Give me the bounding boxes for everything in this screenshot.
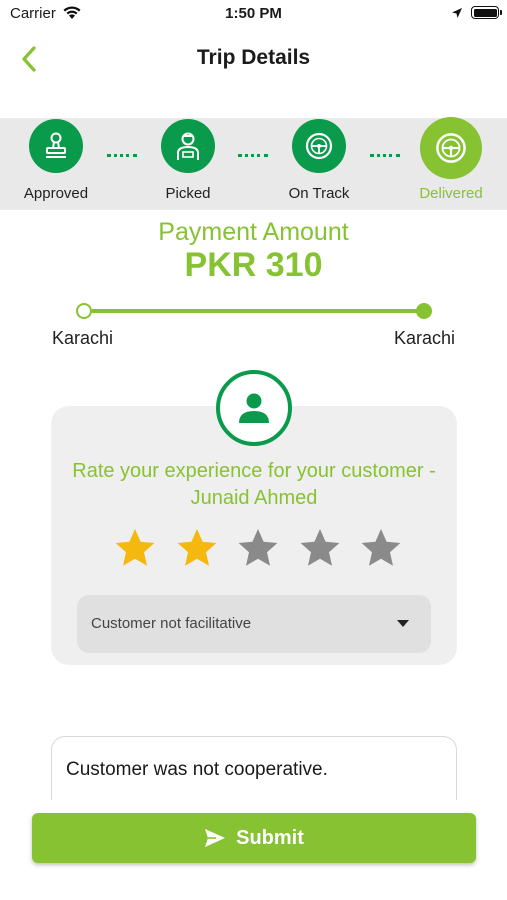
route-line (92, 309, 418, 313)
step-connector (370, 154, 400, 158)
star-icon[interactable] (298, 526, 342, 570)
submit-label: Submit (236, 826, 304, 849)
step-picked: Picked (143, 119, 233, 202)
step-delivered: Delivered (406, 117, 496, 202)
caret-down-icon (397, 620, 409, 627)
payment-amount: PKR 310 (184, 246, 323, 284)
step-label: Approved (23, 185, 89, 202)
stamp-icon (46, 132, 66, 158)
clock: 1:50 PM (225, 5, 282, 22)
star-icon[interactable] (175, 526, 219, 570)
page-title: Trip Details (196, 46, 311, 69)
location-arrow-icon (451, 6, 463, 24)
reason-dropdown-value: Customer not facilitative (91, 615, 252, 632)
star-icon[interactable] (113, 526, 157, 570)
steering-wheel-icon (305, 132, 333, 160)
step-label: Picked (165, 185, 211, 202)
status-bar: Carrier 1:50 PM (0, 0, 507, 28)
driver-icon (177, 132, 199, 160)
step-connector (107, 154, 137, 158)
step-approved: Approved (11, 119, 101, 202)
payment-label: Payment Amount (158, 218, 349, 246)
submit-button[interactable]: Submit (32, 813, 476, 863)
step-label: On Track (288, 185, 350, 202)
star-rating[interactable] (113, 526, 403, 570)
rating-prompt: Rate your experience for your customer -… (72, 460, 436, 509)
step-label: Delivered (419, 185, 483, 202)
customer-avatar (216, 370, 292, 446)
trip-status-stepper: Approved Picked On Track Delivered (0, 117, 507, 210)
send-icon (205, 829, 226, 847)
route-start-marker (76, 303, 92, 319)
nav-bar: Trip Details (0, 36, 507, 82)
step-on-track: On Track (274, 119, 364, 202)
battery-icon (471, 6, 502, 19)
reason-dropdown[interactable]: Customer not facilitative (77, 595, 431, 653)
route-origin: Karachi (52, 328, 114, 348)
star-icon[interactable] (359, 526, 403, 570)
steering-wheel-icon (436, 133, 466, 163)
star-icon[interactable] (236, 526, 280, 570)
route-destination: Karachi (393, 328, 455, 348)
comment-text: Customer was not cooperative. (66, 759, 328, 780)
route-end-marker (416, 303, 432, 319)
user-icon (239, 393, 269, 423)
step-connector (238, 154, 268, 158)
